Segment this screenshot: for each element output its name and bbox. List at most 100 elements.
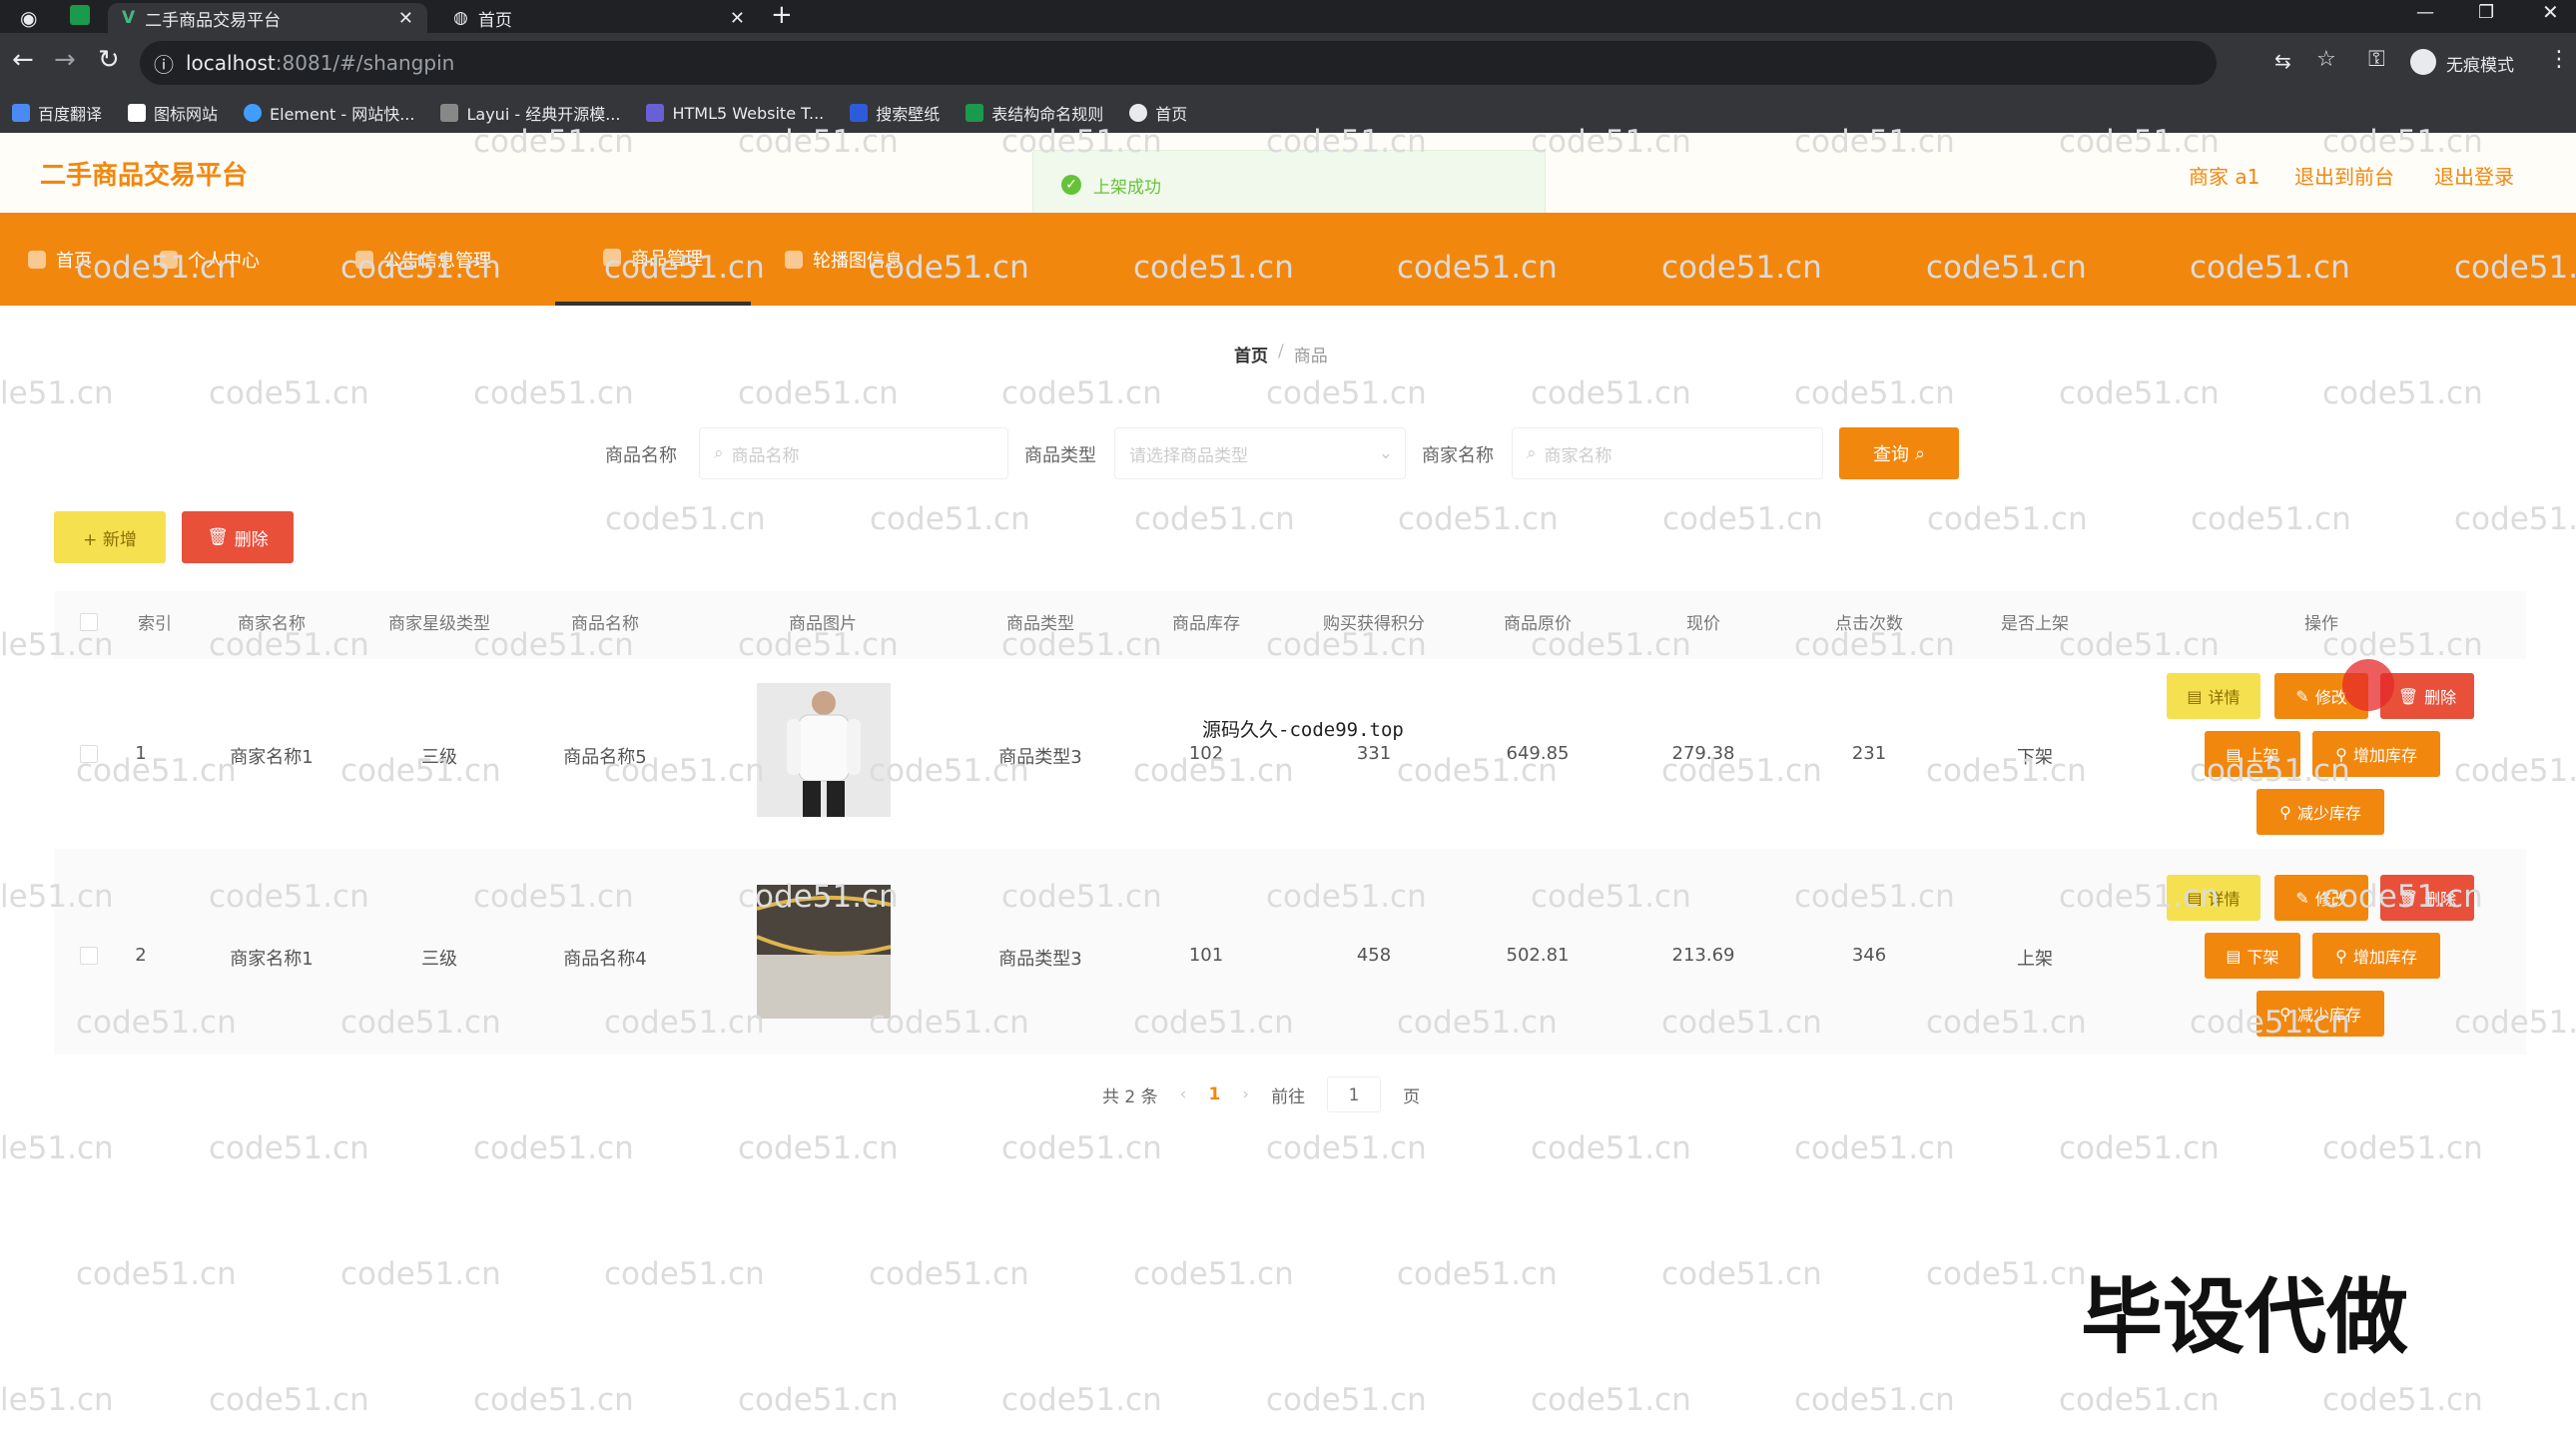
bookmark-item[interactable]: 首页 <box>1129 101 1187 125</box>
goods-icon <box>603 248 621 267</box>
menu-goods[interactable]: 商品管理 <box>555 213 751 306</box>
pin-icon: ⚲ <box>2279 802 2291 822</box>
add-button[interactable]: + 新增 <box>54 511 166 563</box>
goto-page-input[interactable]: 1 <box>1327 1077 1382 1112</box>
detail-button[interactable]: ▤ 详情 <box>2167 673 2260 719</box>
trash-icon: 🗑 <box>2397 888 2419 908</box>
detail-button[interactable]: ▤ 详情 <box>2167 875 2260 921</box>
header-image: 商品图片 <box>789 614 857 634</box>
bookmark-item[interactable]: Element - 网站快... <box>244 101 414 125</box>
menu-notice[interactable]: 公告信息管理 <box>355 213 491 306</box>
minimize-button[interactable]: — <box>2416 2 2434 23</box>
tab-search-icon[interactable] <box>70 5 90 25</box>
merchant-search-input[interactable]: ⌕ 商家名称 <box>1512 427 1823 479</box>
prev-page-icon[interactable]: ‹ <box>1180 1084 1187 1104</box>
new-tab-button[interactable]: + <box>771 0 793 30</box>
restore-button[interactable]: ❐ <box>2478 2 2494 23</box>
incognito-label[interactable]: 无痕模式 <box>2446 51 2514 76</box>
info-icon: ⓘ <box>154 52 174 77</box>
tab-platform[interactable]: V 二手商品交易平台 ✕ <box>108 3 427 33</box>
cell-points: 331 <box>1356 743 1392 764</box>
more-icon[interactable]: ⋮ <box>2548 47 2570 72</box>
list-toggle-button[interactable]: ▤ 上架 <box>2205 731 2300 777</box>
translate-icon[interactable]: ⇆ <box>2274 49 2291 73</box>
next-page-icon[interactable]: › <box>1242 1084 1249 1104</box>
chain-photo <box>757 885 891 1019</box>
search-icon: ⌕ <box>1914 442 1926 464</box>
cell-points: 458 <box>1356 945 1392 966</box>
product-image-chain[interactable] <box>757 885 891 1019</box>
promo-overlay-text: 毕设代做 <box>2081 1270 2409 1365</box>
user-icon <box>160 250 178 269</box>
logout-link[interactable]: 退出登录 <box>2434 161 2514 190</box>
reload-icon[interactable]: ↻ <box>98 45 120 75</box>
browser-tab-bar: ◉ V 二手商品交易平台 ✕ ◍ 首页 ✕ + — ❐ ✕ <box>0 0 2576 33</box>
add-stock-button[interactable]: ⚲ 增加库存 <box>2312 933 2440 979</box>
key-icon[interactable]: ⚿ <box>2368 47 2385 72</box>
shirt-photo <box>787 691 861 817</box>
cell-listed: 下架 <box>2017 747 2053 768</box>
product-image-shirt[interactable] <box>757 683 891 817</box>
cell-orig-price: 649.85 <box>1506 743 1570 764</box>
notice-icon <box>355 250 373 269</box>
add-stock-button[interactable]: ⚲ 增加库存 <box>2312 731 2440 777</box>
header-actions: 操作 <box>2304 614 2338 634</box>
reduce-stock-button[interactable]: ⚲ 减少库存 <box>2256 789 2384 835</box>
merchant-label: 商家名称 <box>1422 445 1494 466</box>
doc-icon: ▤ <box>2187 686 2203 706</box>
address-bar-row: ← → ↻ ⓘ localhost:8081/#/shangpin ⇆ ☆ ⚿ … <box>0 33 2576 93</box>
menu-profile[interactable]: 个人中心 <box>160 213 260 306</box>
list-toggle-button[interactable]: ▤ 下架 <box>2205 933 2300 979</box>
delete-button[interactable]: 🗑 删除 <box>2380 875 2474 921</box>
app-logo[interactable]: 二手商品交易平台 <box>40 155 248 192</box>
main-menu: 首页 个人中心 公告信息管理 商品管理 轮播图信息 <box>0 213 2576 306</box>
star-icon[interactable]: ☆ <box>2316 47 2336 72</box>
to-front-link[interactable]: 退出到前台 <box>2294 161 2394 190</box>
delete-button[interactable]: 🗑 删除 <box>2380 673 2474 719</box>
menu-home[interactable]: 首页 <box>28 213 92 306</box>
tab-home[interactable]: ◍ 首页 ✕ <box>439 3 759 33</box>
cell-merchant: 商家名称1 <box>230 747 314 768</box>
page-number[interactable]: 1 <box>1208 1084 1220 1104</box>
header-points: 购买获得积分 <box>1323 614 1425 634</box>
bookmark-item[interactable]: HTML5 Website T... <box>646 104 824 123</box>
close-window-button[interactable]: ✕ <box>2542 0 2559 24</box>
goto-label: 前往 <box>1271 1086 1306 1107</box>
click-indicator <box>2342 659 2394 711</box>
cell-index: 2 <box>135 945 147 966</box>
back-icon[interactable]: ← <box>12 45 34 75</box>
bookmark-item[interactable]: Layui - 经典开源模... <box>440 101 620 125</box>
bookmark-item[interactable]: 表结构命名规则 <box>966 101 1103 125</box>
header-clicks: 点击次数 <box>1835 614 1903 634</box>
bookmark-item[interactable]: 图标网站 <box>128 101 218 125</box>
breadcrumb-current: 商品 <box>1293 347 1328 366</box>
search-icon: ⌕ <box>714 443 724 463</box>
header-listed: 是否上架 <box>2001 614 2069 634</box>
element-icon <box>244 104 263 122</box>
edit-button[interactable]: ✎ 修改 <box>2274 875 2368 921</box>
name-search-input[interactable]: ⌕ 商品名称 <box>699 427 1008 479</box>
bookmark-item[interactable]: 搜索壁纸 <box>850 101 940 125</box>
page-suffix: 页 <box>1403 1086 1421 1107</box>
type-select[interactable]: 请选择商品类型 ⌄ <box>1114 427 1406 479</box>
row-checkbox[interactable] <box>80 745 98 763</box>
user-name: 商家 a1 <box>2189 165 2260 189</box>
globe-icon <box>1129 104 1148 122</box>
select-all-checkbox[interactable] <box>80 613 98 631</box>
breadcrumb-home[interactable]: 首页 <box>1234 342 1268 366</box>
menu-carousel[interactable]: 轮播图信息 <box>785 213 903 306</box>
close-tab-icon[interactable]: ✕ <box>730 8 745 29</box>
url-field[interactable]: ⓘ localhost:8081/#/shangpin <box>140 41 2217 85</box>
browser-menu-icon[interactable]: ◉ <box>20 6 37 30</box>
row-checkbox[interactable] <box>80 947 98 965</box>
cell-level: 三级 <box>421 747 457 768</box>
html5-icon <box>646 104 665 122</box>
batch-delete-button[interactable]: 🗑 删除 <box>182 511 294 563</box>
reduce-stock-button[interactable]: ⚲ 减少库存 <box>2256 991 2384 1037</box>
query-button[interactable]: 查询 ⌕ <box>1839 427 1959 479</box>
forward-icon[interactable]: → <box>54 45 76 75</box>
trash-icon: 🗑 <box>207 527 229 547</box>
layui-icon <box>440 104 459 122</box>
close-tab-icon[interactable]: ✕ <box>398 8 413 29</box>
bookmark-item[interactable]: 百度翻译 <box>12 101 102 125</box>
